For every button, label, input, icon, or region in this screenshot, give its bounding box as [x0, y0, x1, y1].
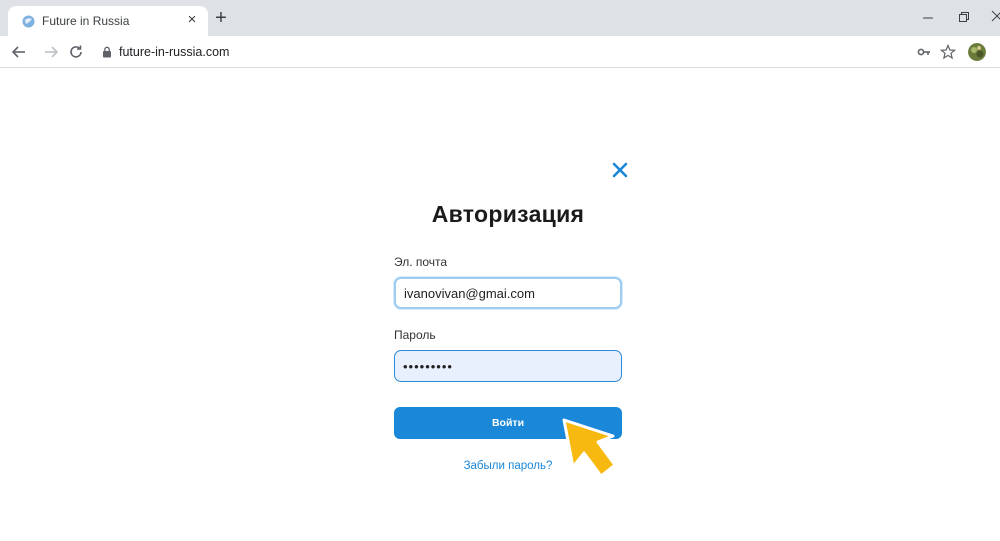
- tab-strip: Future in Russia × +: [0, 0, 1000, 36]
- password-label: Пароль: [394, 328, 436, 342]
- lock-icon[interactable]: [102, 46, 112, 58]
- key-icon[interactable]: [917, 47, 931, 57]
- browser-tab[interactable]: Future in Russia ×: [8, 6, 208, 36]
- tab-close-icon[interactable]: ×: [184, 12, 200, 28]
- back-arrow-icon[interactable]: [10, 43, 28, 61]
- star-icon[interactable]: [940, 44, 956, 60]
- restore-icon[interactable]: [957, 10, 971, 24]
- page-title: Авторизация: [431, 201, 585, 227]
- password-field[interactable]: [394, 350, 622, 382]
- tab-title: Future in Russia: [42, 14, 130, 28]
- url-text[interactable]: future-in-russia.com: [119, 45, 229, 59]
- avatar[interactable]: [968, 43, 986, 61]
- reload-icon[interactable]: [67, 43, 85, 61]
- window-close-icon[interactable]: [990, 9, 1000, 23]
- new-tab-icon[interactable]: +: [211, 8, 231, 29]
- close-icon[interactable]: [611, 161, 629, 179]
- address-bar[interactable]: future-in-russia.com: [92, 40, 912, 64]
- browser-toolbar: future-in-russia.com: [0, 36, 1000, 68]
- forward-arrow-icon[interactable]: [42, 43, 60, 61]
- pointer-arrow-icon: [562, 418, 617, 478]
- minimize-icon[interactable]: [921, 11, 935, 25]
- email-label: Эл. почта: [394, 255, 448, 269]
- favicon-icon: [22, 15, 35, 28]
- email-field[interactable]: [394, 277, 622, 309]
